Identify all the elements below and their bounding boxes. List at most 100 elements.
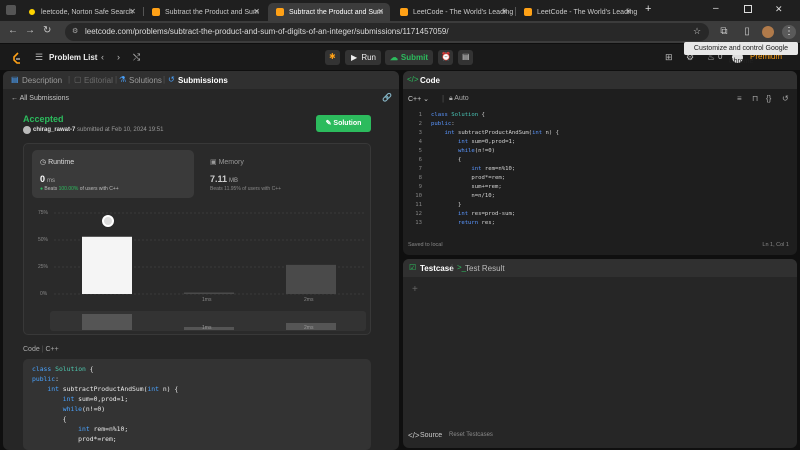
code-editor-panel: </> Code C++ ⌄ | 🔒︎ Auto ≡ ⊓ {} ↺ 1 2 3 …	[403, 71, 797, 255]
chart-svg	[50, 212, 366, 331]
autocomplete-toggle[interactable]: 🔒︎ Auto	[449, 95, 469, 103]
extensions-icon[interactable]: ⧉	[718, 26, 730, 38]
back-icon[interactable]: ←	[8, 25, 18, 36]
memory-value: 7.11 MB	[210, 174, 239, 184]
submission-meta: chirag_rawat-7 submitted at Feb 10, 2024…	[23, 126, 163, 134]
format-icon[interactable]: ≡	[737, 94, 742, 103]
reload-icon[interactable]: ↻	[43, 25, 51, 36]
url-input[interactable]: ⚙ leetcode.com/problems/subtract-the-pro…	[65, 23, 709, 41]
code-line: int subtractProductAndSum(int n) {	[47, 385, 179, 393]
bookmark-star-icon[interactable]: ☆	[693, 26, 701, 37]
tab-title: Subtract the Product and Sum	[165, 8, 259, 16]
note-icon: ▤	[462, 52, 470, 61]
browser-tab-5[interactable]: LeetCode - The World's Leading ✕	[516, 3, 638, 21]
tab-test-result[interactable]: Test Result	[465, 264, 505, 273]
reset-code-icon[interactable]: ↺	[782, 94, 789, 103]
problem-list-icon[interactable]: ☰	[35, 52, 43, 63]
code-line: int sum=0,prod=1;	[62, 395, 129, 403]
add-testcase-icon[interactable]: +	[412, 284, 418, 295]
run-button[interactable]: ▶ Run	[345, 50, 381, 65]
profile-avatar[interactable]	[762, 26, 774, 38]
runtime-card[interactable]: ◷ Runtime 0 ms ● Beats 100.00% of users w…	[32, 150, 194, 198]
layout-grid-icon[interactable]: ⊞	[665, 52, 673, 63]
language-select[interactable]: C++ ⌄	[408, 95, 429, 103]
address-bar-row: ← → ↻ ⚙ leetcode.com/problems/subtract-t…	[0, 21, 800, 43]
runtime-label: ◷ Runtime	[40, 159, 75, 166]
line-number: 11	[415, 202, 422, 208]
stats-card: ◷ Runtime 0 ms ● Beats 100.00% of users w…	[23, 143, 371, 335]
submitted-code: class Solution { public: int subtractPro…	[23, 359, 371, 450]
debug-button[interactable]: ✱	[325, 50, 340, 65]
x-tick-label: 2ms	[304, 297, 314, 303]
prev-problem-icon[interactable]: ‹	[101, 52, 104, 62]
tab-search-icon[interactable]	[6, 5, 16, 15]
maximize-icon[interactable]	[744, 5, 752, 13]
source-button[interactable]: Source	[420, 432, 442, 439]
share-link-icon[interactable]: 🔗	[382, 93, 392, 102]
cursor-position: Ln 1, Col 1	[762, 242, 789, 248]
solution-button[interactable]: ✎ Solution	[316, 115, 371, 132]
chrome-menu-icon[interactable]: ⋮	[782, 25, 796, 39]
tab-editorial[interactable]: Editorial	[84, 76, 113, 85]
chip-icon: ▣	[210, 159, 219, 166]
chart-bar-0ms[interactable]	[82, 236, 132, 294]
run-label: Run	[361, 53, 376, 62]
memory-label: ▣ Memory	[210, 159, 244, 166]
tab-description[interactable]: Description	[22, 76, 62, 85]
window-close-icon[interactable]: ✕	[775, 4, 783, 15]
timer-button[interactable]: ⏰	[438, 50, 453, 65]
description-icon: ▤	[11, 75, 19, 84]
saved-status: Saved to local	[408, 242, 443, 248]
notes-button[interactable]: ▤	[458, 50, 473, 65]
all-submissions-link[interactable]: ← All Submissions	[11, 95, 69, 102]
source-code-icon: </>	[408, 431, 420, 440]
line-number: 1	[418, 112, 422, 118]
tab-testcase[interactable]: Testcase	[420, 264, 454, 273]
braces-icon[interactable]: {}	[766, 94, 771, 103]
tab-title: leetcode, Norton Safe Search	[41, 8, 133, 16]
memory-card[interactable]: ▣ Memory 7.11 MB Beats 11.95% of users wi…	[202, 150, 364, 198]
memory-beats: Beats 11.95% of users with C++	[210, 186, 282, 192]
overview-bar	[82, 314, 132, 330]
submit-button[interactable]: ☁ Submit	[385, 50, 433, 65]
bookmark-icon[interactable]: ⊓	[752, 94, 758, 103]
shuffle-icon[interactable]: ⤭	[133, 52, 140, 63]
browser-tab-strip: leetcode, Norton Safe Search ✕ Subtract …	[0, 0, 800, 21]
editor-line: while(n!=0)	[457, 148, 496, 154]
browser-tab-3[interactable]: Subtract the Product and Sum ✕	[268, 3, 390, 21]
line-number: 13	[415, 220, 422, 226]
site-info-icon[interactable]: ⚙	[72, 27, 78, 35]
leetcode-logo-icon[interactable]	[12, 52, 22, 64]
clock-icon: ◷	[40, 159, 49, 166]
close-icon[interactable]: ✕	[129, 7, 136, 16]
submit-label: Submit	[400, 53, 428, 62]
close-icon[interactable]: ✕	[501, 7, 508, 16]
close-icon[interactable]: ✕	[253, 7, 260, 16]
tab-solutions[interactable]: Solutions	[129, 76, 162, 85]
problem-list-link[interactable]: Problem List	[49, 53, 97, 62]
tab-title: LeetCode - The World's Leading	[537, 8, 638, 16]
bug-icon: ✱	[329, 52, 336, 61]
editor-line: sum+=rem;	[431, 184, 502, 190]
next-problem-icon[interactable]: ›	[117, 52, 120, 62]
close-icon[interactable]: ✕	[625, 7, 632, 16]
line-number: 5	[418, 148, 422, 154]
new-tab-button[interactable]: +	[645, 3, 651, 15]
close-icon[interactable]: ✕	[377, 7, 384, 16]
code-panel-title: Code	[420, 76, 440, 85]
browser-tab-1[interactable]: leetcode, Norton Safe Search ✕	[20, 3, 142, 21]
chart-bar-1ms[interactable]	[184, 292, 234, 295]
forward-icon[interactable]: →	[25, 25, 35, 36]
x-tick-label: 1ms	[202, 297, 212, 303]
username-link[interactable]: chirag_rawat-7	[33, 127, 75, 133]
cloud-upload-icon: ☁	[390, 53, 398, 62]
browser-tab-2[interactable]: Subtract the Product and Sum ✕	[144, 3, 266, 21]
minimize-icon[interactable]: –	[713, 3, 719, 14]
tab-submissions[interactable]: Submissions	[178, 76, 228, 85]
chart-bar-2ms[interactable]	[286, 264, 336, 294]
sidepanel-icon[interactable]: ▯	[741, 26, 753, 38]
browser-tab-4[interactable]: LeetCode - The World's Leading ✕	[392, 3, 514, 21]
editor-line: class Solution {	[431, 112, 485, 118]
reset-testcases-button[interactable]: Reset Testcases	[449, 432, 493, 438]
norton-favicon	[28, 8, 36, 16]
